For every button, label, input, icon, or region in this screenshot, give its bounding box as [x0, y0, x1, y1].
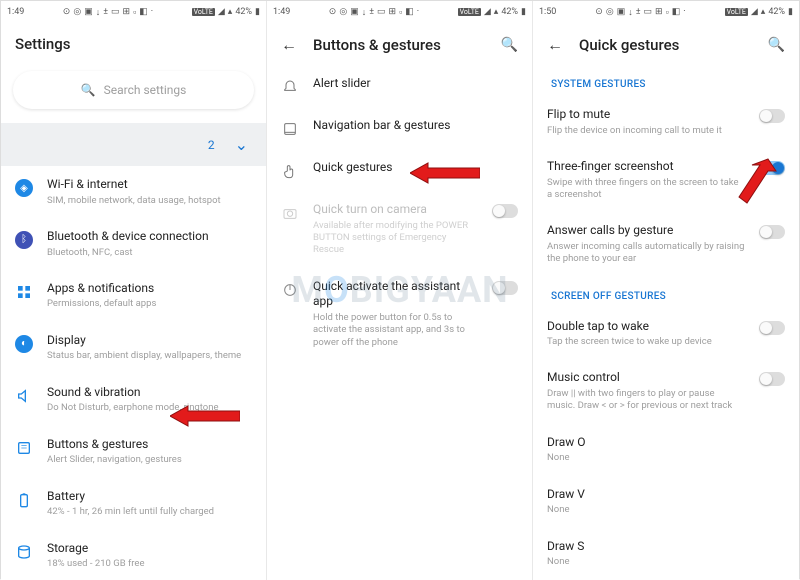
item-draw-o[interactable]: Draw ONone	[533, 424, 799, 476]
search-icon[interactable]: 🔍	[768, 37, 785, 53]
item-draw-s[interactable]: Draw SNone	[533, 528, 799, 580]
header: Settings	[1, 23, 266, 63]
item-wifi[interactable]: ◈ Wi-Fi & internetSIM, mobile network, d…	[1, 166, 266, 218]
toggle-flip-mute[interactable]	[759, 109, 785, 123]
toggle-music-control[interactable]	[759, 372, 785, 386]
item-storage[interactable]: Storage18% used - 210 GB free	[1, 530, 266, 580]
storage-icon	[15, 543, 33, 561]
item-sound[interactable]: Sound & vibrationDo Not Disturb, earphon…	[1, 374, 266, 426]
page-title: Buttons & gestures	[313, 36, 501, 54]
search-icon[interactable]: 🔍	[501, 37, 518, 53]
item-buttons-gestures[interactable]: Buttons & gesturesAlert Slider, navigati…	[1, 426, 266, 478]
item-draw-v[interactable]: Draw VNone	[533, 476, 799, 528]
header: ← Quick gestures 🔍	[533, 23, 799, 65]
toggle-assistant[interactable]	[492, 281, 518, 295]
status-time: 1:49	[273, 7, 290, 17]
item-quick-camera: Quick turn on cameraAvailable after modi…	[267, 191, 532, 268]
camera-icon	[281, 204, 299, 222]
status-time: 1:50	[539, 7, 556, 17]
power-icon	[281, 281, 299, 299]
status-bar: 1:50 ⊙◎▣↓±▭⊞▫◧· VoLTE ◢▴42%▮	[533, 1, 799, 23]
back-icon[interactable]: ←	[281, 35, 297, 55]
status-bar: 1:49 ⊙◎▣↓±▭⊞▫◧· VoLTE ◢▴ 42%▮	[1, 1, 266, 23]
battery-icon: ▮	[255, 7, 260, 17]
search-input[interactable]: 🔍 Search settings	[13, 71, 254, 109]
status-time: 1:49	[7, 7, 24, 17]
volte-badge: VoLTE	[192, 8, 215, 16]
status-bar: 1:49 ⊙◎▣↓±▭⊞▫◧· VoLTE ◢▴42%▮	[267, 1, 532, 23]
section-system-gestures: SYSTEM GESTURES	[533, 65, 799, 96]
signal-icon: ▴	[228, 7, 233, 17]
item-flip-mute[interactable]: Flip to muteFlip the device on incoming …	[533, 96, 799, 148]
page-title: Settings	[15, 35, 252, 53]
quick-gestures-screen: 1:50 ⊙◎▣↓±▭⊞▫◧· VoLTE ◢▴42%▮ ← Quick ges…	[533, 1, 799, 580]
item-answer-gesture[interactable]: Answer calls by gestureAnswer incoming c…	[533, 212, 799, 276]
toggle-answer-gesture[interactable]	[759, 225, 785, 239]
wifi-circle-icon: ◈	[15, 179, 33, 197]
search-icon: 🔍	[81, 83, 96, 97]
display-icon: ◐	[15, 335, 33, 353]
status-icons-left: ⊙◎▣↓±▭⊞▫◧·	[63, 7, 153, 18]
item-double-tap[interactable]: Double tap to wakeTap the screen twice t…	[533, 308, 799, 360]
header: ← Buttons & gestures 🔍	[267, 23, 532, 65]
page-title: Quick gestures	[579, 36, 768, 54]
item-alert-slider[interactable]: Alert slider	[267, 65, 532, 107]
sound-icon	[15, 387, 33, 405]
item-bluetooth[interactable]: ᛒ Bluetooth & device connectionBluetooth…	[1, 218, 266, 270]
item-apps[interactable]: Apps & notificationsPermissions, default…	[1, 270, 266, 322]
item-display[interactable]: ◐ DisplayStatus bar, ambient display, wa…	[1, 322, 266, 374]
battery-icon-row	[15, 491, 33, 509]
back-icon[interactable]: ←	[547, 35, 563, 55]
hand-icon	[281, 162, 299, 180]
toggle-camera	[492, 204, 518, 218]
battery-pct: 42%	[235, 7, 252, 17]
location-icon: ⊙	[63, 7, 71, 17]
bluetooth-icon: ᛒ	[15, 231, 33, 249]
item-assistant[interactable]: Quick activate the assistant appHold the…	[267, 268, 532, 360]
section-screen-off: SCREEN OFF GESTURES	[533, 277, 799, 308]
notif-count: 2	[208, 138, 215, 152]
chevron-down-icon: ⌄	[235, 135, 248, 154]
item-quick-gestures[interactable]: Quick gestures	[267, 149, 532, 191]
search-placeholder: Search settings	[104, 83, 187, 97]
wifi-icon: ◢	[218, 7, 225, 17]
status-right: VoLTE ◢▴ 42%▮	[192, 7, 260, 17]
item-navbar[interactable]: Navigation bar & gestures	[267, 107, 532, 149]
apps-icon	[15, 283, 33, 301]
item-battery[interactable]: Battery42% - 1 hr, 26 min left until ful…	[1, 478, 266, 530]
navbar-icon	[281, 120, 299, 138]
item-three-finger[interactable]: Three-finger screenshotSwipe with three …	[533, 148, 799, 212]
buttons-gestures-screen: 1:49 ⊙◎▣↓±▭⊞▫◧· VoLTE ◢▴42%▮ ← Buttons &…	[267, 1, 533, 580]
toggle-three-finger[interactable]	[759, 161, 785, 175]
settings-screen: 1:49 ⊙◎▣↓±▭⊞▫◧· VoLTE ◢▴ 42%▮ Settings 🔍…	[1, 1, 267, 580]
bell-icon	[281, 78, 299, 96]
settings-list: ◈ Wi-Fi & internetSIM, mobile network, d…	[1, 166, 266, 580]
toggle-double-tap[interactable]	[759, 321, 785, 335]
account-notif-row[interactable]: 2 ⌄	[1, 123, 266, 166]
item-music-control[interactable]: Music controlDraw || with two fingers to…	[533, 359, 799, 423]
gestures-icon	[15, 439, 33, 457]
